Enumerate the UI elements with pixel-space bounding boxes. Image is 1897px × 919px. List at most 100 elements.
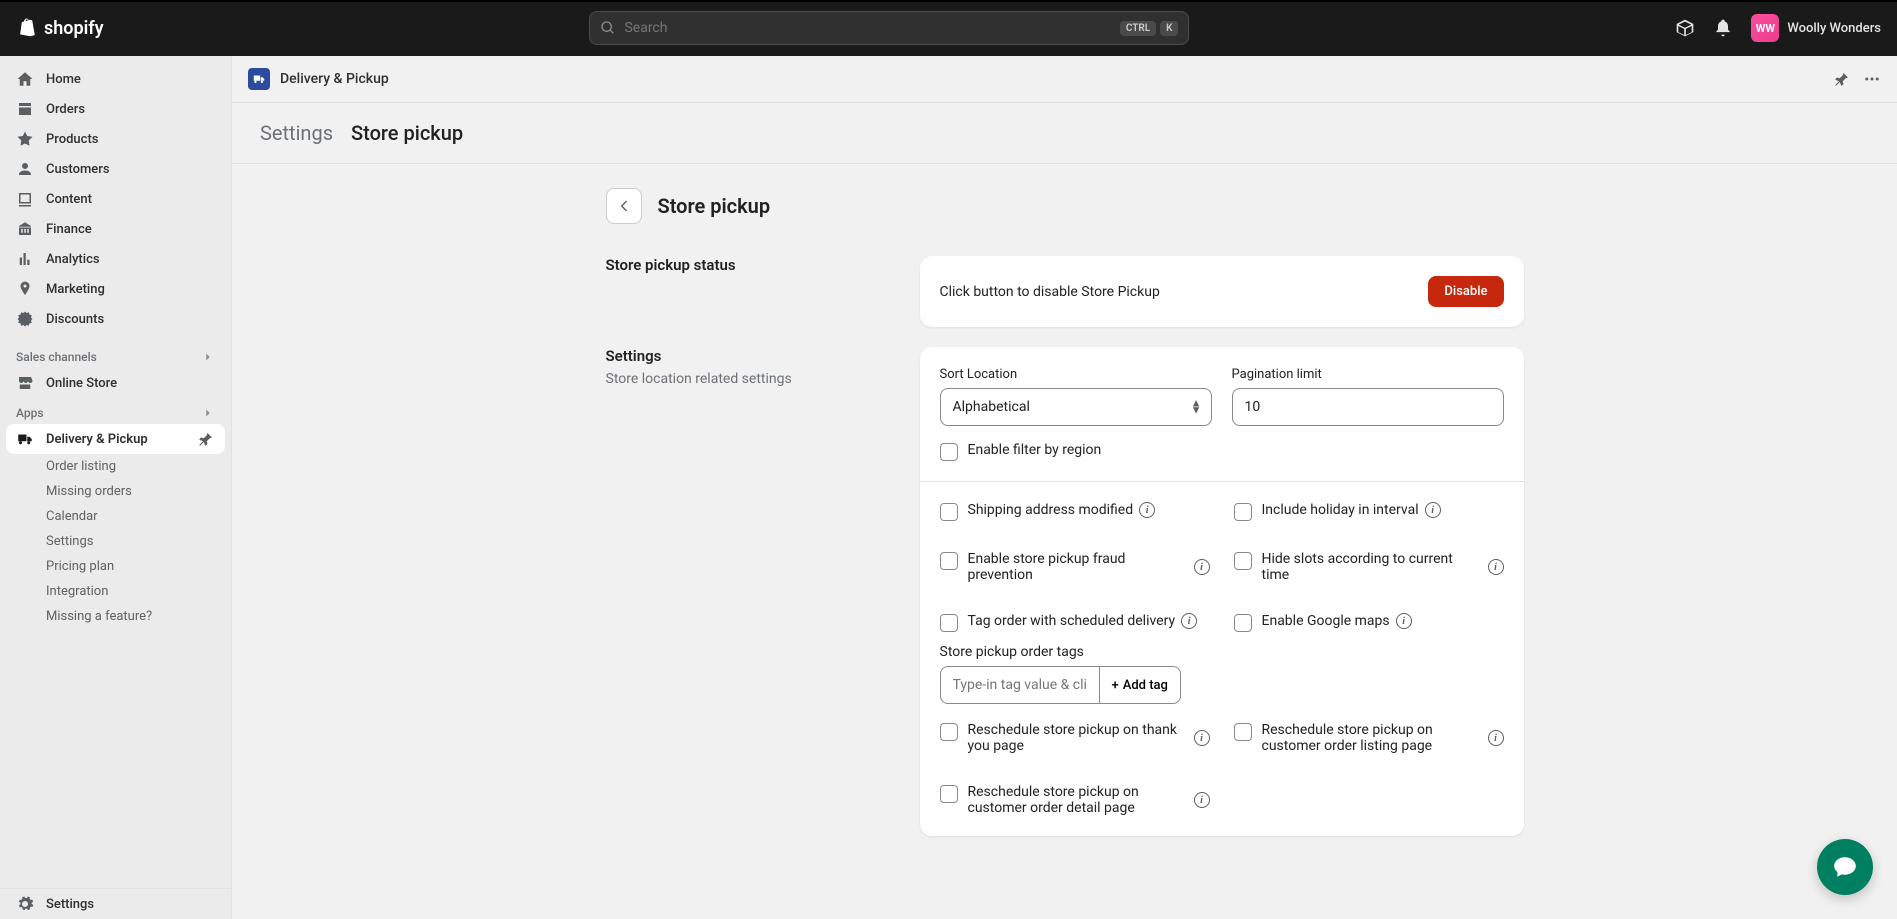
- crumb-settings[interactable]: Settings: [260, 121, 333, 145]
- subnav-pricing-plan[interactable]: Pricing plan: [30, 554, 231, 579]
- shipping-modified-checkbox[interactable]: [940, 503, 958, 521]
- channels-heading[interactable]: Sales channels: [0, 342, 231, 368]
- check-label: Reschedule store pickup on thank you pag…: [968, 722, 1188, 754]
- nav-finance[interactable]: Finance: [0, 214, 231, 244]
- truck-icon: [252, 72, 266, 86]
- enable-filter-label: Enable filter by region: [968, 442, 1102, 458]
- pin-icon[interactable]: [1833, 70, 1851, 88]
- main-content: Delivery & Pickup Settings Store pickup …: [232, 56, 1897, 919]
- bell-icon[interactable]: [1713, 18, 1733, 38]
- app-header: Delivery & Pickup: [232, 56, 1897, 103]
- nav-customers[interactable]: Customers: [0, 154, 231, 184]
- products-icon: [16, 130, 34, 148]
- inbox-icon[interactable]: [1675, 18, 1695, 38]
- nav-label: Products: [46, 132, 98, 147]
- page-title: Store pickup: [658, 194, 771, 218]
- kbd-k: K: [1160, 21, 1178, 36]
- nav-online-store[interactable]: Online Store: [0, 368, 231, 398]
- google-maps-checkbox[interactable]: [1234, 614, 1252, 632]
- subnav-missing-orders[interactable]: Missing orders: [30, 479, 231, 504]
- check-label: Enable store pickup fraud prevention: [968, 551, 1188, 583]
- more-icon[interactable]: [1863, 70, 1881, 88]
- subnav-integration[interactable]: Integration: [30, 579, 231, 604]
- orders-icon: [16, 100, 34, 118]
- pin-icon[interactable]: [197, 430, 215, 448]
- add-tag-button[interactable]: + Add tag: [1100, 666, 1181, 704]
- nav-products[interactable]: Products: [0, 124, 231, 154]
- nav-label: Settings: [46, 897, 94, 912]
- disable-button[interactable]: Disable: [1428, 276, 1503, 307]
- finance-icon: [16, 220, 34, 238]
- search-box[interactable]: CTRL K: [589, 11, 1189, 45]
- pagination-input[interactable]: [1232, 388, 1504, 426]
- subnav-order-listing[interactable]: Order listing: [30, 454, 231, 479]
- kbd-ctrl: CTRL: [1120, 21, 1156, 36]
- chevron-right-icon: [201, 406, 215, 420]
- shopify-bag-icon: [16, 16, 38, 40]
- discounts-icon: [16, 310, 34, 328]
- info-icon[interactable]: i: [1194, 792, 1210, 808]
- nav-label: Orders: [46, 102, 85, 117]
- nav-orders[interactable]: Orders: [0, 94, 231, 124]
- info-icon[interactable]: i: [1396, 613, 1412, 629]
- holiday-interval-checkbox[interactable]: [1234, 503, 1252, 521]
- info-icon[interactable]: i: [1181, 613, 1197, 629]
- search-input[interactable]: [624, 20, 1111, 36]
- sidebar: Home Orders Products Customers Content F…: [0, 56, 232, 919]
- check-label: Tag order with scheduled delivery: [968, 613, 1176, 629]
- apps-heading[interactable]: Apps: [0, 398, 231, 424]
- user-menu[interactable]: WW Woolly Wonders: [1751, 14, 1881, 42]
- info-icon[interactable]: i: [1194, 559, 1210, 575]
- nav-delivery-pickup[interactable]: Delivery & Pickup: [6, 424, 225, 454]
- subnav-calendar[interactable]: Calendar: [30, 504, 231, 529]
- info-icon[interactable]: i: [1139, 502, 1155, 518]
- reschedule-thankyou-checkbox[interactable]: [940, 723, 958, 741]
- gear-icon: [16, 895, 34, 913]
- home-icon: [16, 70, 34, 88]
- nav-discounts[interactable]: Discounts: [0, 304, 231, 334]
- info-icon[interactable]: i: [1488, 559, 1504, 575]
- back-button[interactable]: [606, 188, 642, 224]
- info-icon[interactable]: i: [1488, 730, 1504, 746]
- tag-input[interactable]: [940, 666, 1100, 704]
- tag-order-checkbox[interactable]: [940, 614, 958, 632]
- search-icon: [600, 20, 616, 36]
- fraud-prevention-checkbox[interactable]: [940, 552, 958, 570]
- info-icon[interactable]: i: [1194, 730, 1210, 746]
- content-icon: [16, 190, 34, 208]
- nav-marketing[interactable]: Marketing: [0, 274, 231, 304]
- info-icon[interactable]: i: [1425, 502, 1441, 518]
- breadcrumb: Settings Store pickup: [232, 103, 1897, 164]
- app-title: Delivery & Pickup: [280, 71, 389, 87]
- store-name: Woolly Wonders: [1787, 21, 1881, 36]
- settings-subtext: Store location related settings: [606, 371, 896, 387]
- nav-home[interactable]: Home: [0, 64, 231, 94]
- status-heading: Store pickup status: [606, 256, 896, 274]
- sort-label: Sort Location: [940, 367, 1212, 382]
- shopify-logo[interactable]: shopify: [16, 16, 104, 40]
- status-card: Click button to disable Store Pickup Dis…: [920, 256, 1524, 327]
- chat-button[interactable]: [1817, 839, 1873, 895]
- reschedule-detail-checkbox[interactable]: [940, 785, 958, 803]
- analytics-icon: [16, 250, 34, 268]
- truck-icon: [16, 430, 34, 448]
- nav-content[interactable]: Content: [0, 184, 231, 214]
- subnav-settings[interactable]: Settings: [30, 529, 231, 554]
- plus-icon: +: [1112, 678, 1119, 693]
- check-label: Shipping address modified: [968, 502, 1134, 518]
- nav-label: Marketing: [46, 282, 105, 297]
- nav-label: Home: [46, 72, 81, 87]
- enable-filter-checkbox[interactable]: [940, 443, 958, 461]
- button-label: Add tag: [1123, 678, 1168, 693]
- hide-slots-checkbox[interactable]: [1234, 552, 1252, 570]
- settings-heading: Settings: [606, 347, 896, 365]
- subnav-missing-feature[interactable]: Missing a feature?: [30, 604, 231, 629]
- nav-analytics[interactable]: Analytics: [0, 244, 231, 274]
- heading-label: Sales channels: [16, 350, 97, 364]
- check-label: Hide slots according to current time: [1262, 551, 1482, 583]
- status-text: Click button to disable Store Pickup: [940, 284, 1160, 300]
- nav-settings[interactable]: Settings: [0, 889, 231, 919]
- sort-select[interactable]: Alphabetical: [940, 388, 1212, 426]
- marketing-icon: [16, 280, 34, 298]
- reschedule-listing-checkbox[interactable]: [1234, 723, 1252, 741]
